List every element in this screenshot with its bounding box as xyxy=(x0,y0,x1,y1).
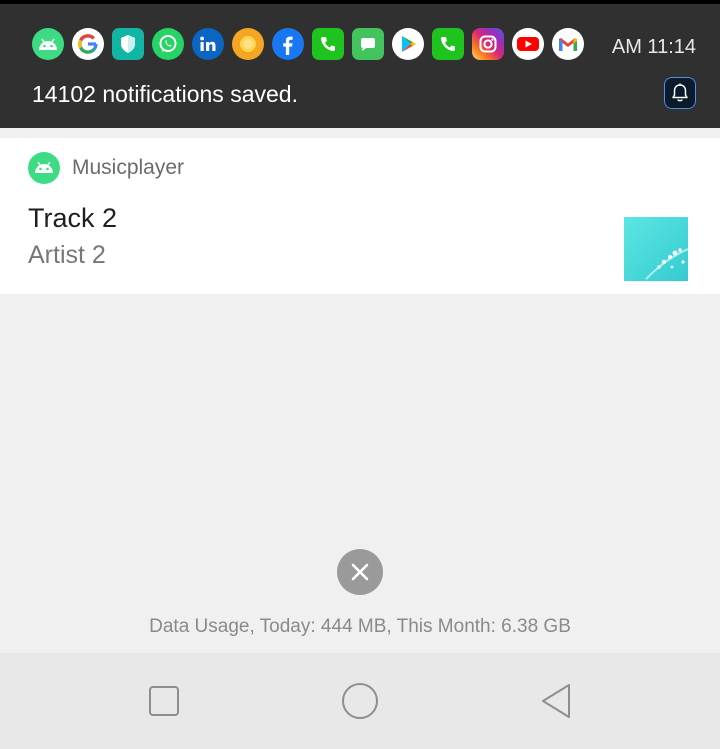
recents-button[interactable] xyxy=(144,681,184,721)
notifications-saved-summary: 14102 notifications saved. xyxy=(32,81,298,107)
bell-icon xyxy=(672,83,688,102)
google-icon xyxy=(72,28,104,60)
back-button[interactable] xyxy=(536,681,576,721)
whatsapp-icon xyxy=(152,28,184,60)
status-clock: AM 11:14 xyxy=(611,36,696,58)
phone-icon xyxy=(432,28,464,60)
notification-settings-button[interactable] xyxy=(664,77,696,109)
data-usage-text: Data Usage, Today: 444 MB, This Month: 6… xyxy=(149,616,571,637)
home-button[interactable] xyxy=(340,681,380,721)
notification-shade-header: AM 11:14 14102 notifications saved. xyxy=(0,4,720,128)
shield-icon xyxy=(112,28,144,60)
music-notification-card[interactable]: Musicplayer Track 2 Artist 2 xyxy=(0,138,720,294)
track-title: Track 2 xyxy=(28,203,118,233)
youtube-icon xyxy=(512,28,544,60)
album-art-thumbnail xyxy=(624,217,689,281)
messages-icon xyxy=(352,28,384,60)
clear-notifications-button[interactable] xyxy=(337,549,383,595)
gmail-icon xyxy=(552,28,584,60)
circle-app-icon xyxy=(232,28,264,60)
linkedin-icon xyxy=(192,28,224,60)
back-icon xyxy=(542,684,570,718)
android-icon xyxy=(32,28,64,60)
home-icon xyxy=(342,683,378,719)
play-store-icon xyxy=(392,28,424,60)
facebook-icon xyxy=(272,28,304,60)
close-icon xyxy=(351,563,369,581)
phone-icon xyxy=(312,28,344,60)
notification-icon-row xyxy=(32,28,584,60)
navigation-bar xyxy=(0,653,720,749)
musicplayer-app-icon xyxy=(28,152,60,184)
track-artist: Artist 2 xyxy=(28,241,106,269)
notification-app-name: Musicplayer xyxy=(72,156,185,179)
instagram-icon xyxy=(472,28,504,60)
recents-icon xyxy=(149,686,179,716)
